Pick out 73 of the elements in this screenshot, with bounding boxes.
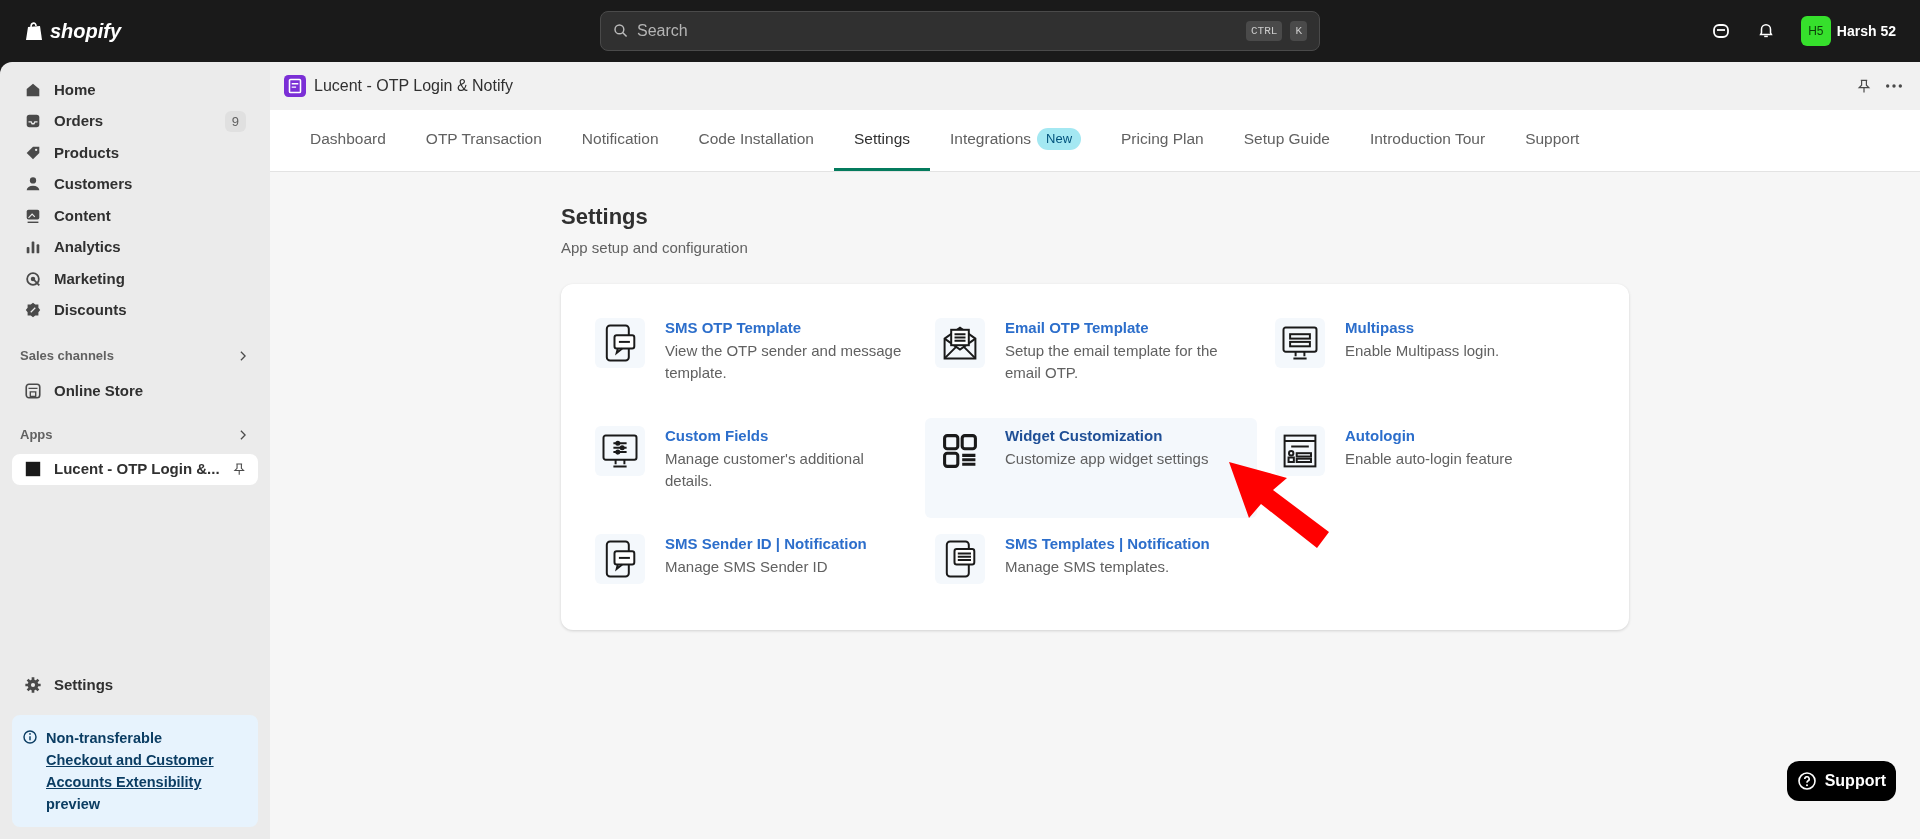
- tab[interactable]: Dashboard: [290, 110, 406, 171]
- item-title: Multipass: [1345, 317, 1416, 338]
- item-description: Setup the email template for the email OTP.: [1005, 340, 1219, 383]
- square-icon: [24, 460, 42, 479]
- item-title: Widget Customization: [1005, 425, 1164, 446]
- app-title: Lucent - OTP Login & Notify: [314, 76, 513, 96]
- item-description: Enable auto-login feature: [1345, 448, 1514, 469]
- settings-item[interactable]: SMS OTP Template View the OTP sender and message template.: [585, 309, 917, 410]
- store-icon: [24, 381, 42, 400]
- settings-item[interactable]: Multipass Enable Multipass login.: [1265, 309, 1597, 410]
- search-input[interactable]: Search: [637, 19, 1238, 43]
- nav-item[interactable]: Home: [12, 74, 258, 106]
- user-name: Harsh 52: [1836, 21, 1896, 41]
- notice-text: Non-transferable: [46, 729, 164, 748]
- item-title: SMS Templates | Notification: [1005, 533, 1211, 554]
- notice-text: preview: [46, 795, 101, 814]
- item-title: Email OTP Template: [1005, 317, 1150, 338]
- page-subtitle: App setup and configuration: [561, 238, 749, 258]
- nav-item[interactable]: Customers: [12, 168, 258, 200]
- item-title: Custom Fields: [665, 425, 770, 446]
- tab[interactable]: Pricing Plan: [1101, 110, 1224, 171]
- nav-item[interactable]: Marketing: [12, 263, 258, 295]
- search-field[interactable]: Search CTRL K: [600, 11, 1320, 51]
- settings-item[interactable]: Email OTP Template Setup the email template for the email OTP.: [925, 309, 1257, 410]
- bag-icon: [24, 19, 44, 43]
- tab[interactable]: Support: [1505, 110, 1600, 171]
- tab[interactable]: Code Installation: [678, 110, 834, 171]
- item-title: Autologin: [1345, 425, 1416, 446]
- pin-icon: [1856, 78, 1872, 94]
- support-button[interactable]: Support: [1786, 761, 1896, 801]
- nav-item[interactable]: Online Store: [12, 375, 258, 407]
- user-avatar[interactable]: H5: [1800, 16, 1831, 46]
- item-description: Customize app widget settings: [1005, 448, 1210, 469]
- item-description: View the OTP sender and message template.: [665, 340, 903, 383]
- settings-item[interactable]: SMS Templates | Notification Manage SMS templates.: [925, 525, 1257, 626]
- settings-item[interactable]: Autologin Enable auto-login feature: [1265, 417, 1597, 518]
- tab[interactable]: OTP Transaction: [405, 110, 562, 171]
- nav-item[interactable]: Content: [12, 200, 258, 232]
- shortcut-key: K: [1290, 20, 1307, 42]
- more-icon: [1886, 84, 1902, 88]
- discount-icon: [24, 301, 42, 320]
- target-icon: [24, 269, 42, 288]
- search-icon: [613, 23, 629, 39]
- item-description: Manage SMS Sender ID: [665, 556, 829, 577]
- count-badge: 9: [224, 110, 246, 132]
- settings-item[interactable]: SMS Sender ID | Notification Manage SMS Sender ID: [585, 525, 917, 626]
- app-logo-icon: [284, 75, 306, 97]
- item-title: SMS OTP Template: [665, 317, 803, 338]
- item-title: SMS Sender ID | Notification: [665, 533, 868, 554]
- new-badge: New: [1037, 128, 1082, 150]
- item-description: Manage customer's additional details.: [665, 448, 865, 491]
- help-icon: [1796, 771, 1817, 791]
- info-icon: [22, 729, 38, 745]
- item-description: Manage SMS templates.: [1005, 556, 1171, 577]
- nav-item[interactable]: Analytics: [12, 231, 258, 263]
- nav-item[interactable]: Orders 9: [12, 105, 258, 137]
- nav-item[interactable]: Lucent - OTP Login &...: [12, 453, 258, 485]
- section-heading: Apps: [20, 425, 53, 444]
- tab[interactable]: Integrations New: [930, 110, 1102, 171]
- nav-item[interactable]: Settings: [12, 669, 258, 701]
- tab[interactable]: Notification: [561, 110, 679, 171]
- tab[interactable]: Introduction Tour: [1349, 110, 1506, 171]
- settings-item[interactable]: Widget Customization Customize app widget settings: [925, 417, 1257, 518]
- nav-item[interactable]: Discounts: [12, 294, 258, 326]
- tab[interactable]: Setup Guide: [1223, 110, 1350, 171]
- settings-item[interactable]: Custom Fields Manage customer's additional details.: [585, 417, 917, 518]
- nav-item[interactable]: Products: [12, 137, 258, 169]
- settings-icon: [24, 676, 42, 695]
- logo-wordmark: shopify: [50, 19, 122, 44]
- section-heading: Sales channels: [20, 347, 114, 366]
- item-description: Enable Multipass login.: [1345, 340, 1501, 361]
- shortcut-key: CTRL: [1246, 20, 1283, 42]
- page-title: Settings: [561, 203, 649, 231]
